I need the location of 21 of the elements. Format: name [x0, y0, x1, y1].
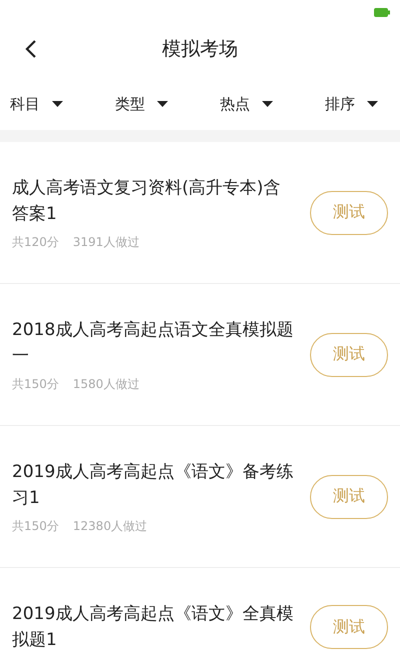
filter-dropdown[interactable]: 排序 [325, 94, 378, 114]
taker-count: 3191人做过 [72, 234, 140, 250]
caret-icon [262, 101, 273, 107]
total-score: 共150分 [12, 376, 59, 392]
battery-icon [374, 8, 390, 16]
exam-title: 2018成人高考高起点语文全真模拟题一 [12, 319, 294, 368]
taker-count: 12380人做过 [72, 518, 148, 534]
caret-icon [157, 101, 168, 107]
exam-title: 成人高考语文复习资料(高升专本)含答案1 [12, 177, 282, 226]
exam-title: 2019成人高考高起点《语文》备考练习1 [12, 461, 294, 510]
total-score: 共150分 [12, 518, 59, 534]
filter-dropdown[interactable]: 热点 [220, 94, 273, 114]
filter-dropdown[interactable]: 科目 [10, 94, 63, 114]
caret-icon [367, 101, 378, 107]
caret-icon [52, 101, 63, 107]
exam-title: 2019成人高考高起点《语文》全真模拟题1 [12, 603, 294, 652]
total-score: 共120分 [12, 234, 59, 250]
back-icon[interactable] [25, 39, 37, 59]
taker-count: 1580人做过 [72, 376, 140, 392]
page-title: 模拟考场 [162, 37, 238, 62]
filter-dropdown[interactable]: 类型 [115, 94, 168, 114]
